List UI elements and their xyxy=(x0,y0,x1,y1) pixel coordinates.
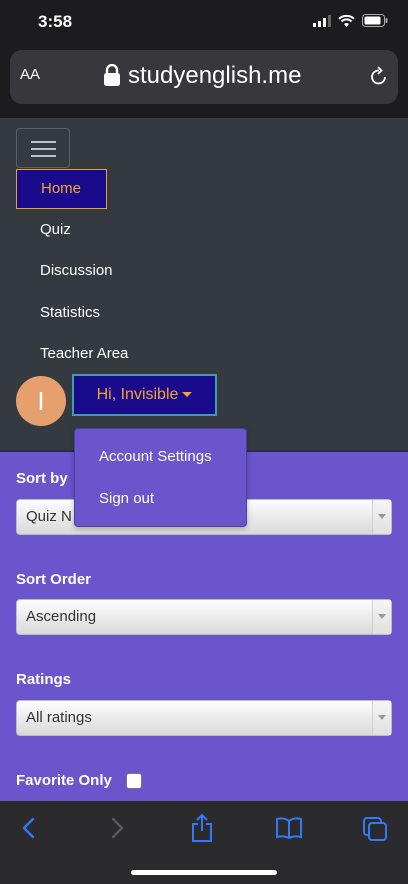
url-text[interactable]: studyenglish.me xyxy=(128,62,301,90)
address-bar[interactable]: AA studyenglish.me xyxy=(10,50,398,104)
dropdown-item-account-settings[interactable]: Account Settings xyxy=(99,448,212,465)
tabs-icon[interactable] xyxy=(362,816,388,842)
home-indicator xyxy=(131,870,277,875)
favorite-only-label: Favorite Only xyxy=(16,772,112,789)
select-arrow-icon xyxy=(372,500,391,534)
navbar: Home Quiz Discussion Statistics Teacher … xyxy=(0,118,408,450)
favorite-only-checkbox[interactable] xyxy=(126,773,142,789)
nav-item-home[interactable]: Home xyxy=(16,169,107,209)
lock-icon xyxy=(104,64,120,86)
status-bar: 3:58 xyxy=(0,0,408,44)
cellular-signal-icon xyxy=(313,14,331,27)
reload-icon[interactable] xyxy=(370,66,388,86)
status-time: 3:58 xyxy=(38,12,73,31)
sort-order-select[interactable]: Ascending xyxy=(16,599,392,635)
user-menu-button[interactable]: Hi, Invisible xyxy=(72,374,217,416)
select-arrow-icon xyxy=(372,600,391,634)
wifi-icon xyxy=(338,14,355,27)
sort-by-label: Sort by xyxy=(16,470,68,487)
ratings-select[interactable]: All ratings xyxy=(16,700,392,736)
user-menu-label: Hi, Invisible xyxy=(96,386,179,403)
text-size-button[interactable]: AA xyxy=(20,66,40,83)
back-icon[interactable] xyxy=(20,815,38,841)
ratings-label: Ratings xyxy=(16,671,72,688)
sort-order-label: Sort Order xyxy=(16,571,92,588)
status-icons xyxy=(313,14,388,27)
select-arrow-icon xyxy=(372,701,391,735)
navbar-toggler-button[interactable] xyxy=(16,128,70,168)
sort-order-value: Ascending xyxy=(26,608,97,625)
ratings-value: All ratings xyxy=(26,709,92,726)
nav-item-teacher-area[interactable]: Teacher Area xyxy=(16,334,216,374)
battery-icon xyxy=(362,14,388,27)
caret-down-icon xyxy=(182,392,193,398)
avatar[interactable]: I xyxy=(16,376,66,426)
nav-item-statistics[interactable]: Statistics xyxy=(16,293,216,333)
bookmarks-icon[interactable] xyxy=(275,817,303,839)
forward-icon[interactable] xyxy=(108,815,126,841)
dropdown-item-sign-out[interactable]: Sign out xyxy=(99,490,154,507)
sort-by-value: Quiz N xyxy=(26,508,72,525)
user-dropdown-menu: Account Settings Sign out xyxy=(74,428,247,527)
nav-item-quiz[interactable]: Quiz xyxy=(16,210,216,250)
share-icon[interactable] xyxy=(190,813,214,843)
nav-item-discussion[interactable]: Discussion xyxy=(16,251,216,291)
